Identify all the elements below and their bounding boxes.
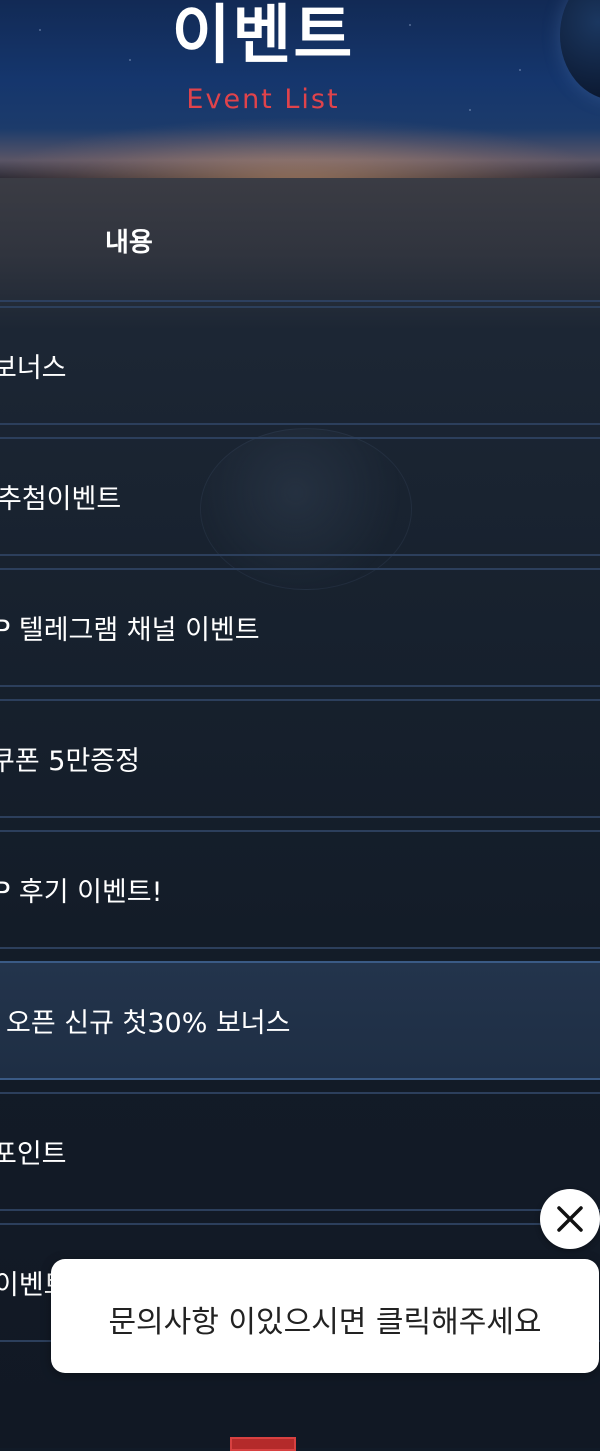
inquiry-chat-bubble[interactable]: 문의사항 이있으시면 클릭해주세요	[51, 1259, 599, 1373]
page-subtitle: Event List	[186, 84, 340, 115]
table-row[interactable]: 보너스	[0, 306, 600, 425]
table-header: 내용	[0, 178, 600, 302]
event-title[interactable]: 추첨이벤트	[0, 477, 121, 516]
event-title[interactable]: 쿠폰 5만증정	[0, 739, 140, 778]
table-row-active[interactable]: 오픈 신규 첫30% 보너스	[0, 961, 600, 1080]
table-row[interactable]: P 후기 이벤트!	[0, 830, 600, 949]
page-banner: 이벤트 Event List	[0, 0, 600, 178]
column-header-content: 내용	[105, 228, 153, 258]
event-title[interactable]: P 텔레그램 채널 이벤트	[0, 608, 260, 647]
close-icon	[557, 1206, 583, 1232]
page-title: 이벤트	[171, 0, 355, 73]
event-table: 내용 보너스 추첨이벤트 P 텔레그램 채널 이벤트 쿠폰 5만증정 P 후기 …	[0, 178, 600, 1448]
event-title[interactable]: 포인트	[0, 1132, 67, 1171]
pagination-button[interactable]	[230, 1437, 296, 1451]
event-title[interactable]: P 후기 이벤트!	[0, 870, 162, 909]
event-title[interactable]: 보너스	[0, 346, 67, 385]
table-row[interactable]: 쿠폰 5만증정	[0, 699, 600, 818]
table-row[interactable]: 추첨이벤트	[0, 437, 600, 556]
chat-message: 문의사항 이있으시면 클릭해주세요	[108, 1305, 542, 1340]
event-title[interactable]: 오픈 신규 첫30% 보너스	[6, 1001, 290, 1040]
table-row[interactable]: P 텔레그램 채널 이벤트	[0, 568, 600, 687]
table-row[interactable]: 포인트	[0, 1092, 600, 1211]
close-chat-button[interactable]	[540, 1189, 600, 1249]
